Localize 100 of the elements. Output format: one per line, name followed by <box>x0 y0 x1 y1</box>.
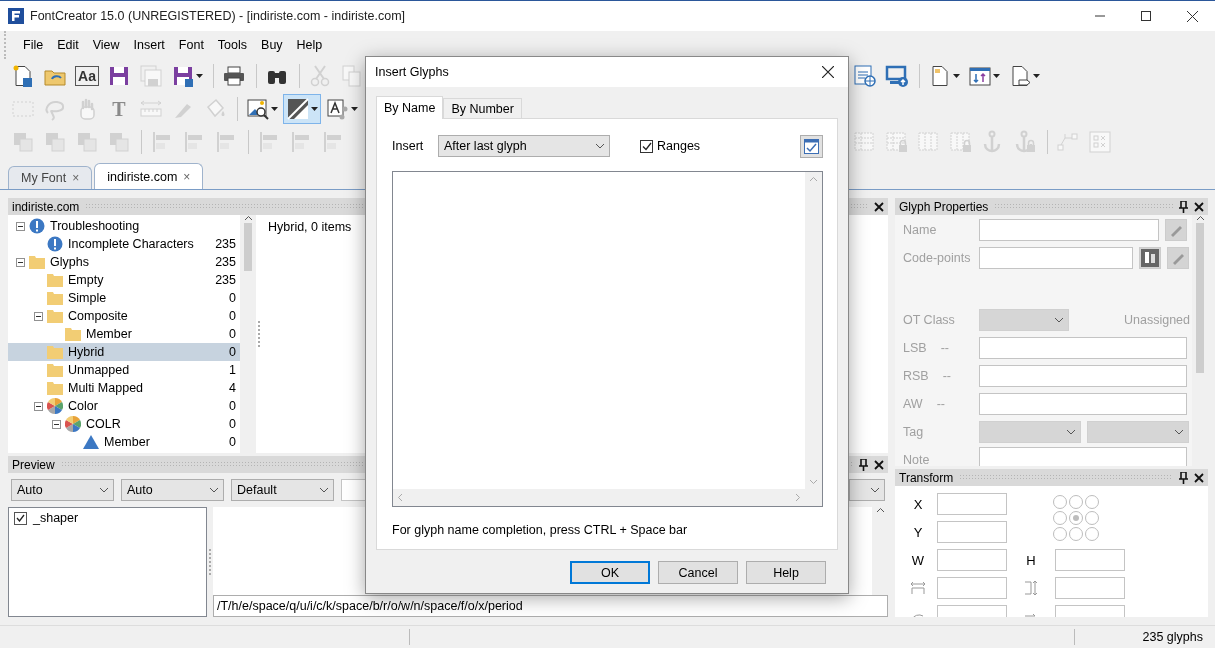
dialog-button[interactable]: OK <box>570 561 650 584</box>
tag-select[interactable] <box>1087 421 1189 443</box>
menu-item[interactable]: Insert <box>126 38 172 52</box>
tree-item[interactable]: Empty 235 <box>8 271 240 289</box>
transform-field[interactable] <box>937 549 1007 571</box>
insert-position-select[interactable]: After last glyph <box>438 135 610 157</box>
tree-label: Color <box>68 399 99 413</box>
toggle-button[interactable] <box>800 134 823 158</box>
dialog-button[interactable]: Help <box>746 561 826 584</box>
metric-field[interactable] <box>979 393 1187 415</box>
anchor-radio[interactable] <box>1085 527 1099 541</box>
document-tab[interactable]: My Font × <box>8 166 93 189</box>
menu-item[interactable]: Buy <box>254 38 290 52</box>
preview-select[interactable]: Default <box>231 479 334 501</box>
close-icon[interactable] <box>1194 472 1204 483</box>
anchor-radio[interactable] <box>1069 527 1083 541</box>
contour-icon[interactable] <box>286 96 310 121</box>
character-map-button[interactable] <box>1139 247 1161 269</box>
collapse-icon[interactable] <box>16 257 25 267</box>
triangle-icon <box>83 435 99 449</box>
menu-item[interactable]: File <box>16 38 51 52</box>
contour-button[interactable] <box>283 93 321 124</box>
close-icon[interactable] <box>874 201 884 212</box>
ranges-label: Ranges <box>657 139 701 153</box>
anchor-radio[interactable] <box>1069 495 1083 509</box>
document-tab[interactable]: indiriste.com × <box>94 163 204 189</box>
anchor-radio[interactable] <box>1053 527 1067 541</box>
tree-item[interactable]: Color 0 <box>8 397 240 415</box>
glyph-list-box[interactable] <box>392 171 823 507</box>
insert-label: Insert <box>392 139 425 153</box>
checkbox[interactable] <box>14 511 27 525</box>
tree-item[interactable]: Glyphs 235 <box>8 253 240 271</box>
scroll-thumb[interactable] <box>244 223 252 271</box>
anchor-radio[interactable] <box>1085 495 1099 509</box>
folder-icon <box>29 255 45 269</box>
close-icon[interactable] <box>1194 201 1204 212</box>
note-field[interactable] <box>979 447 1187 466</box>
ranges-checkbox[interactable] <box>640 139 653 153</box>
preview-select[interactable] <box>849 479 885 501</box>
tree-item[interactable]: Member 0 <box>8 325 240 343</box>
pencil-button[interactable] <box>1167 247 1189 269</box>
tree-item[interactable]: Hybrid 0 <box>8 343 240 361</box>
code-points-field[interactable] <box>979 247 1133 269</box>
anchor-radio[interactable] <box>1053 495 1067 509</box>
transform-field[interactable] <box>937 493 1007 515</box>
shapes-icon[interactable] <box>326 96 350 121</box>
anchor-radio[interactable] <box>1053 511 1067 525</box>
tree-item[interactable]: Member 0 <box>8 433 240 451</box>
transform-field[interactable] <box>937 577 1007 599</box>
ot-class-select[interactable] <box>979 309 1069 331</box>
tree-item[interactable]: Composite 0 <box>8 307 240 325</box>
tab-close[interactable]: × <box>72 171 80 185</box>
collapse-icon[interactable] <box>52 419 61 429</box>
close-icon <box>1186 10 1198 22</box>
tree-item[interactable]: Troubleshooting <box>8 217 240 235</box>
tab-close[interactable]: × <box>183 169 191 184</box>
menu-item[interactable]: Edit <box>50 38 86 52</box>
preview-select[interactable]: Auto <box>11 479 114 501</box>
transform-field[interactable] <box>1055 577 1125 599</box>
item-count: 1 <box>229 363 236 377</box>
menu-item[interactable]: Help <box>289 38 330 52</box>
app-logo-icon <box>8 8 24 24</box>
tree-item[interactable]: Unmapped 1 <box>8 361 240 379</box>
preview-text-field[interactable]: /T/h/e/space/q/u/i/c/k/space/b/r/o/w/n/space/f/o/x/period <box>213 595 888 617</box>
dialog-tab[interactable]: By Name <box>376 96 444 119</box>
tree-item[interactable]: Multi Mapped 4 <box>8 379 240 397</box>
chevron-down-icon <box>1066 429 1076 435</box>
transform-field[interactable] <box>1055 549 1125 571</box>
menu-item[interactable]: View <box>85 38 127 52</box>
pencil-button[interactable] <box>1165 219 1187 241</box>
menu-item[interactable]: Font <box>171 38 211 52</box>
dialog-button[interactable]: Cancel <box>658 561 738 584</box>
close-icon[interactable] <box>874 459 884 470</box>
vertical-scrollbar[interactable] <box>240 215 256 453</box>
preview-select[interactable]: Auto <box>121 479 224 501</box>
tree-label: Member <box>86 327 133 341</box>
transform-field[interactable] <box>937 521 1007 543</box>
item-count: 0 <box>229 399 236 413</box>
close-icon <box>822 66 834 78</box>
collapse-icon[interactable] <box>34 311 43 321</box>
menu-item[interactable]: Tools <box>210 38 255 52</box>
metric-field[interactable] <box>979 337 1187 359</box>
anchor-radio[interactable] <box>1085 511 1099 525</box>
anchor-radio[interactable] <box>1069 511 1083 525</box>
field-label: RSB <box>903 369 929 383</box>
tag-select[interactable] <box>979 421 1081 443</box>
tree-item[interactable]: Incomplete Characters 235 <box>8 235 240 253</box>
dialog-tab[interactable]: By Number <box>443 98 522 118</box>
pin-icon <box>1179 200 1188 213</box>
name-field[interactable] <box>979 219 1159 241</box>
tree-item[interactable]: COLR 0 <box>8 415 240 433</box>
field-label: H <box>1026 552 1036 568</box>
image-zoom-icon[interactable] <box>246 96 270 121</box>
metric-field[interactable] <box>979 365 1187 387</box>
collapse-icon[interactable] <box>16 221 25 231</box>
collapse-icon[interactable] <box>34 401 43 411</box>
scroll-thumb[interactable] <box>1196 223 1204 373</box>
tree-item[interactable]: Simple 0 <box>8 289 240 307</box>
caret-icon <box>953 73 960 78</box>
vertical-scrollbar[interactable] <box>1192 215 1208 466</box>
